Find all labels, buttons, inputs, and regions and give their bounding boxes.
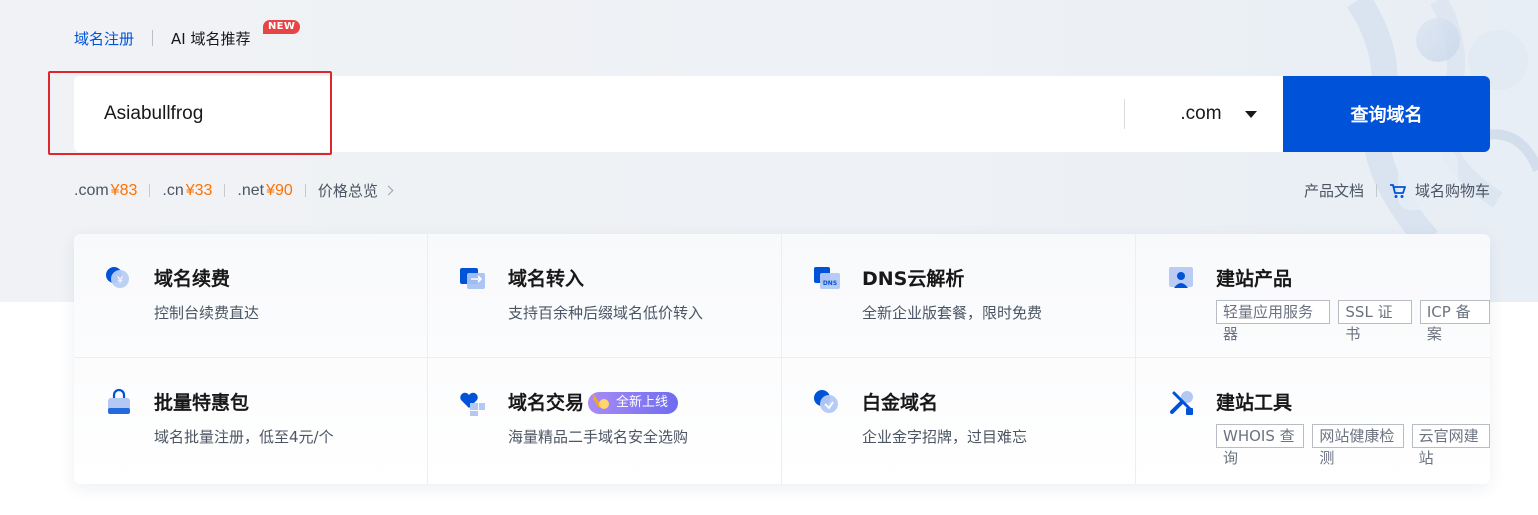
transfer-icon (460, 268, 485, 289)
product-docs-link[interactable]: 产品文档 (1304, 180, 1364, 201)
card-desc: 控制台续费直达 (154, 304, 260, 322)
right-links: 产品文档 域名购物车 (1304, 180, 1490, 201)
card-desc: 域名批量注册，低至4元/个 (154, 428, 334, 446)
price-tld: .cn (162, 181, 184, 199)
card-desc: 海量精品二手域名安全选购 (508, 428, 689, 446)
card-title: 域名转入 (508, 268, 585, 290)
price-divider (149, 184, 151, 197)
price-tld: .net (237, 181, 265, 199)
card-site-products[interactable]: 建站产品 轻量应用服务器 SSL 证书 ICP 备案 (1136, 234, 1490, 358)
card-site-tools[interactable]: 建站工具 WHOIS 查询 网站健康检测 云官网建站 (1136, 358, 1490, 484)
card-desc: 全新企业版套餐，限时免费 (862, 304, 1043, 322)
tag-list: 轻量应用服务器 SSL 证书 ICP 备案 (1216, 300, 1490, 343)
price-divider (304, 184, 306, 197)
price-value: ¥33 (185, 181, 213, 199)
tab-divider (152, 30, 154, 46)
top-tabs: 域名注册 AI 域名推荐 NEW (74, 19, 301, 50)
tag-site-health[interactable]: 网站健康检测 (1312, 424, 1404, 467)
price-item-net[interactable]: .net ¥90 (237, 182, 292, 200)
cart-icon (1389, 183, 1406, 198)
card-title: 域名交易 全新上线 (508, 388, 781, 418)
tag-list: WHOIS 查询 网站健康检测 云官网建站 (1216, 424, 1490, 467)
badge-text: 全新上线 (616, 395, 669, 410)
domain-cart-label: 域名购物车 (1414, 182, 1490, 200)
caret-down-icon (1245, 111, 1257, 118)
tag-icp[interactable]: ICP 备案 (1419, 300, 1490, 343)
domain-search-bar: .com 查询域名 (74, 76, 1490, 152)
domain-cart-link[interactable]: 域名购物车 (1389, 180, 1490, 201)
price-overview-label: 价格总览 (317, 182, 378, 200)
card-desc: 企业金字招牌，过目难忘 (862, 428, 1028, 446)
tools-icon (1170, 391, 1193, 415)
card-domain-trade[interactable]: 域名交易 全新上线 海量精品二手域名安全选购 (428, 358, 782, 484)
renew-coin-icon: ¥ (106, 267, 129, 288)
link-divider (1375, 184, 1377, 197)
card-dns[interactable]: DNS DNS云解析 全新企业版套餐，限时免费 (782, 234, 1136, 358)
site-product-icon (1169, 267, 1193, 288)
service-cards-panel: ¥ 域名续费 控制台续费直达 域名转入 支持百余种后缀域名低价转入 DNS DN… (74, 234, 1490, 484)
svg-text:DNS: DNS (823, 280, 837, 287)
card-desc: 支持百余种后缀域名低价转入 (508, 304, 704, 322)
card-title: 批量特惠包 (154, 392, 250, 414)
card-title: 建站工具 (1216, 392, 1293, 414)
platinum-shield-icon (814, 390, 838, 413)
price-divider (224, 184, 226, 197)
tab-ai-recommend[interactable]: AI 域名推荐 NEW (171, 19, 301, 49)
suffix-dropdown[interactable]: .com (1125, 76, 1277, 152)
tag-whois[interactable]: WHOIS 查询 (1216, 424, 1305, 467)
price-tld: .com (74, 181, 109, 199)
tag-ssl-cert[interactable]: SSL 证书 (1338, 300, 1412, 343)
card-title: 建站产品 (1216, 268, 1293, 290)
dns-icon: DNS (814, 267, 840, 289)
tab-domain-register[interactable]: 域名注册 (74, 28, 134, 49)
card-bulk-package[interactable]: 批量特惠包 域名批量注册，低至4元/个 (74, 358, 428, 484)
card-title-text: 域名交易 (508, 392, 585, 414)
bag-icon (108, 388, 130, 414)
new-badge: NEW (263, 19, 301, 34)
price-item-com[interactable]: .com ¥83 (74, 182, 137, 200)
tag-cloud-site[interactable]: 云官网建站 (1411, 424, 1490, 467)
price-overview-link[interactable]: 价格总览 (317, 180, 394, 201)
search-domain-button[interactable]: 查询域名 (1283, 76, 1490, 152)
card-domain-renew[interactable]: ¥ 域名续费 控制台续费直达 (74, 234, 428, 358)
chevron-right-icon (383, 185, 394, 196)
price-row: .com ¥83 .cn ¥33 .net ¥90 价格总览 (74, 180, 394, 201)
card-title: 白金域名 (862, 392, 939, 414)
card-domain-transfer[interactable]: 域名转入 支持百余种后缀域名低价转入 (428, 234, 782, 358)
price-value: ¥90 (266, 181, 293, 199)
new-online-badge: 全新上线 (588, 392, 679, 414)
card-title: DNS云解析 (862, 268, 965, 290)
tab-ai-label: AI 域名推荐 (171, 29, 251, 48)
tag-lighthouse-server[interactable]: 轻量应用服务器 (1216, 300, 1331, 343)
price-item-cn[interactable]: .cn ¥33 (162, 182, 212, 200)
heart-trade-icon (460, 392, 485, 416)
card-platinum-domain[interactable]: 白金域名 企业金字招牌，过目难忘 (782, 358, 1136, 484)
svg-text:¥: ¥ (117, 275, 123, 286)
sparkle-icon (591, 394, 610, 409)
suffix-value: .com (1180, 103, 1222, 124)
card-title: 域名续费 (154, 268, 231, 290)
domain-search-input[interactable] (74, 76, 1124, 152)
price-value: ¥83 (110, 181, 138, 199)
